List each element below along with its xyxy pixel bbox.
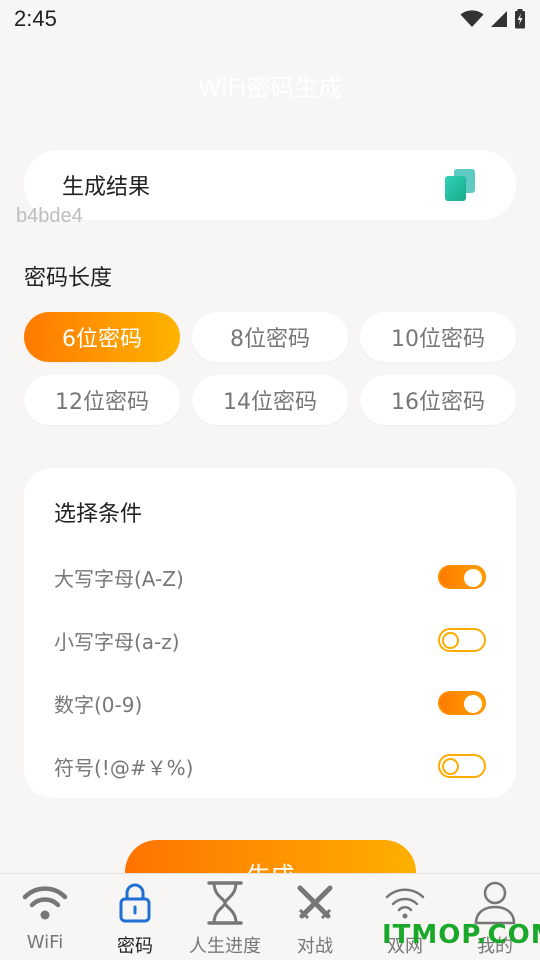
watermark: ITMOP.COM (382, 920, 540, 950)
condition-symbols: 符号(!@#￥%) (54, 751, 486, 781)
tab-battle[interactable]: 对战 (270, 874, 360, 960)
wifi-signal-icon (460, 10, 484, 27)
length-options: 6位密码 8位密码 10位密码 12位密码 14位密码 16位密码 (24, 312, 516, 425)
hourglass-icon (207, 881, 243, 925)
length-section-label: 密码长度 (24, 266, 113, 291)
condition-lowercase: 小写字母(a-z) (54, 625, 486, 655)
page-title: WiFi密码生成 (197, 74, 343, 102)
length-option-14[interactable]: 14位密码 (192, 375, 348, 425)
condition-label: 大写字母(A-Z) (54, 566, 184, 591)
wifi-icon (22, 886, 68, 920)
length-option-16[interactable]: 16位密码 (360, 375, 516, 425)
condition-label: 数字(0-9) (54, 692, 143, 717)
condition-label: 小写字母(a-z) (54, 629, 180, 654)
toggle-knob (464, 695, 482, 713)
condition-label: 符号(!@#￥%) (54, 755, 194, 780)
condition-digits: 数字(0-9) (54, 688, 486, 718)
status-icons (460, 9, 526, 29)
status-bar: 2:45 (0, 0, 540, 38)
toggle-knob (464, 569, 482, 587)
cell-signal-icon (491, 11, 507, 27)
lock-icon (119, 883, 151, 923)
symbols-toggle[interactable] (438, 754, 486, 778)
crossed-swords-icon (297, 885, 333, 920)
lowercase-toggle[interactable] (438, 628, 486, 652)
tab-label: 人生进度 (189, 936, 261, 957)
result-card: 生成结果 (24, 150, 516, 220)
tab-wifi[interactable]: WiFi (0, 874, 90, 960)
tab-label: 对战 (297, 936, 333, 957)
copy-icon (445, 169, 475, 201)
length-option-6[interactable]: 6位密码 (24, 312, 180, 362)
conditions-title: 选择条件 (54, 502, 143, 527)
tab-label: 密码 (117, 936, 153, 957)
condition-uppercase: 大写字母(A-Z) (54, 562, 486, 592)
uppercase-toggle[interactable] (438, 565, 486, 589)
battery-icon (515, 9, 525, 29)
wifi-icon (385, 888, 425, 919)
conditions-card: 选择条件 大写字母(A-Z) 小写字母(a-z) 数字(0-9) 符号(!@#￥… (24, 468, 516, 798)
status-time: 2:45 (14, 6, 57, 31)
tab-life-progress[interactable]: 人生进度 (180, 874, 270, 960)
tab-password[interactable]: 密码 (90, 874, 180, 960)
copy-button[interactable] (442, 167, 478, 203)
digits-toggle[interactable] (438, 691, 486, 715)
result-value: b4bde4 (16, 205, 83, 227)
length-option-8[interactable]: 8位密码 (192, 312, 348, 362)
tab-label: WiFi (26, 932, 64, 953)
length-option-12[interactable]: 12位密码 (24, 375, 180, 425)
toggle-knob (442, 757, 459, 775)
toggle-knob (442, 631, 459, 649)
result-label: 生成结果 (62, 175, 151, 200)
length-option-10[interactable]: 10位密码 (360, 312, 516, 362)
